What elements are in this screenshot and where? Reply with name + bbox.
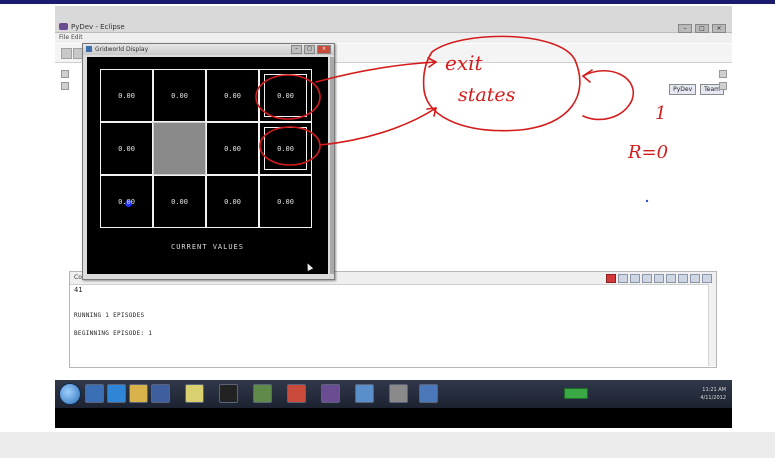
gridworld-canvas: 0.00 0.00 0.00 0.00 0.00 0.00 0.00 0.00 0.00 0.00… <box>87 57 328 274</box>
taskbar-app-icon[interactable] <box>253 384 272 403</box>
grid-cell: 0.00 <box>206 175 259 228</box>
cell-value: 0.00 <box>118 144 135 153</box>
gridworld-caption: CURRENT VALUES <box>170 243 244 251</box>
gridworld-maximize-button[interactable]: □ <box>304 45 315 54</box>
cell-value: 0.00 <box>171 91 188 100</box>
gridworld-minimize-button[interactable]: – <box>291 45 302 54</box>
screen-bottom-border <box>55 408 732 428</box>
taskbar: 11:21 AM 4/11/2012 <box>55 380 732 408</box>
top-rule <box>0 0 775 4</box>
console-panel: Console 41 RUNNING 1 EPISODES BEGINNING … <box>69 271 717 368</box>
pin-console-icon[interactable] <box>654 274 664 283</box>
gridworld-scrollbar[interactable] <box>330 57 334 274</box>
display-console-icon[interactable] <box>666 274 676 283</box>
clear-console-icon[interactable] <box>630 274 640 283</box>
cell-value: 0.00 <box>224 197 241 206</box>
cell-value: 0.00 <box>277 91 294 100</box>
gridworld-window-icon <box>86 46 92 52</box>
perspective-switcher: PyDev Team <box>669 84 724 95</box>
new-icon[interactable] <box>61 48 72 59</box>
grid-cell: 0.00 <box>206 122 259 175</box>
console-toolbar <box>606 274 712 283</box>
left-trim-icon[interactable] <box>61 70 69 78</box>
start-button[interactable] <box>59 383 81 405</box>
gridworld-window-title: Gridworld Display <box>95 46 149 53</box>
perspective-pydev-button[interactable]: PyDev <box>669 84 697 95</box>
wall-cell <box>153 122 206 175</box>
gridworld-window: Gridworld Display – □ × 0.00 0.00 0.00 0.00… <box>82 43 335 280</box>
grid-cell: 0.00 <box>100 69 153 122</box>
notes-icon[interactable] <box>185 384 204 403</box>
grid-cell: 0.00 <box>153 175 206 228</box>
system-clock[interactable]: 11:21 AM 4/11/2012 <box>700 386 726 402</box>
desktop-screen: PyDev - Eclipse – □ × File Edit PyDev Te… <box>55 6 732 428</box>
cell-value: 0.00 <box>277 144 294 153</box>
open-console-icon[interactable] <box>678 274 688 283</box>
maximize-button[interactable]: □ <box>695 24 709 33</box>
console-status: 41 <box>74 286 83 294</box>
minimize-view-icon[interactable] <box>690 274 700 283</box>
exit-cell: 0.00 <box>259 122 312 175</box>
right-trim-icon[interactable] <box>719 70 727 78</box>
scroll-lock-icon[interactable] <box>642 274 652 283</box>
grid-cell: 0.00 <box>206 69 259 122</box>
cell-value: 0.00 <box>171 197 188 206</box>
grid-cell: 0.00 <box>153 69 206 122</box>
eclipse-titlebar: PyDev - Eclipse – □ × <box>55 6 732 33</box>
gridworld-close-button[interactable]: × <box>317 45 331 54</box>
cell-value: 0.00 <box>118 197 135 206</box>
exit-cell: 0.00 <box>259 69 312 122</box>
minimize-button[interactable]: – <box>678 24 692 33</box>
video-bottom-band <box>0 432 775 458</box>
gridworld-window-controls: – □ × <box>291 45 331 54</box>
menubar: File Edit <box>55 33 732 43</box>
cell-value: 0.00 <box>118 91 135 100</box>
eclipse-title: PyDev - Eclipse <box>71 23 125 31</box>
taskbar-app-icon[interactable] <box>151 384 170 403</box>
right-trim-icon[interactable] <box>719 82 727 90</box>
mouse-cursor-icon <box>304 262 314 271</box>
taskbar-app-icon[interactable] <box>355 384 374 403</box>
taskbar-app-icon[interactable] <box>389 384 408 403</box>
menubar-items[interactable]: File Edit <box>59 34 83 41</box>
console-line: BEGINNING EPISODE: 1 <box>74 330 153 337</box>
taskbar-app-icon[interactable] <box>287 384 306 403</box>
maximize-view-icon[interactable] <box>702 274 712 283</box>
cell-value: 0.00 <box>277 197 294 206</box>
python-icon[interactable] <box>419 384 438 403</box>
cell-value: 0.00 <box>224 91 241 100</box>
terminal-icon[interactable] <box>219 384 238 403</box>
folder-icon[interactable] <box>129 384 148 403</box>
console-line: RUNNING 1 EPISODES <box>74 312 145 319</box>
left-trim-icon[interactable] <box>61 82 69 90</box>
eclipse-window-controls: – □ × <box>678 24 726 33</box>
remove-launch-icon[interactable] <box>618 274 628 283</box>
clock-time: 11:21 AM <box>702 387 726 393</box>
cell-value: 0.00 <box>224 144 241 153</box>
eclipse-icon <box>59 23 68 30</box>
gridworld-titlebar[interactable]: Gridworld Display – □ × <box>83 44 334 55</box>
eclipse-taskbar-icon[interactable] <box>321 384 340 403</box>
grid-cell: 0.00 <box>100 122 153 175</box>
clock-date: 4/11/2012 <box>700 395 726 401</box>
grid-cell: 0.00 <box>100 175 153 228</box>
taskbar-app-icon[interactable] <box>85 384 104 403</box>
terminate-icon[interactable] <box>606 274 616 283</box>
value-grid: 0.00 0.00 0.00 0.00 0.00 0.00 0.00 0.00 0.00 0.00… <box>100 69 313 228</box>
grid-cell: 0.00 <box>259 175 312 228</box>
console-scrollbar[interactable] <box>708 284 716 366</box>
battery-meter-icon[interactable] <box>564 388 588 399</box>
close-button[interactable]: × <box>712 24 726 33</box>
browser-icon[interactable] <box>107 384 126 403</box>
